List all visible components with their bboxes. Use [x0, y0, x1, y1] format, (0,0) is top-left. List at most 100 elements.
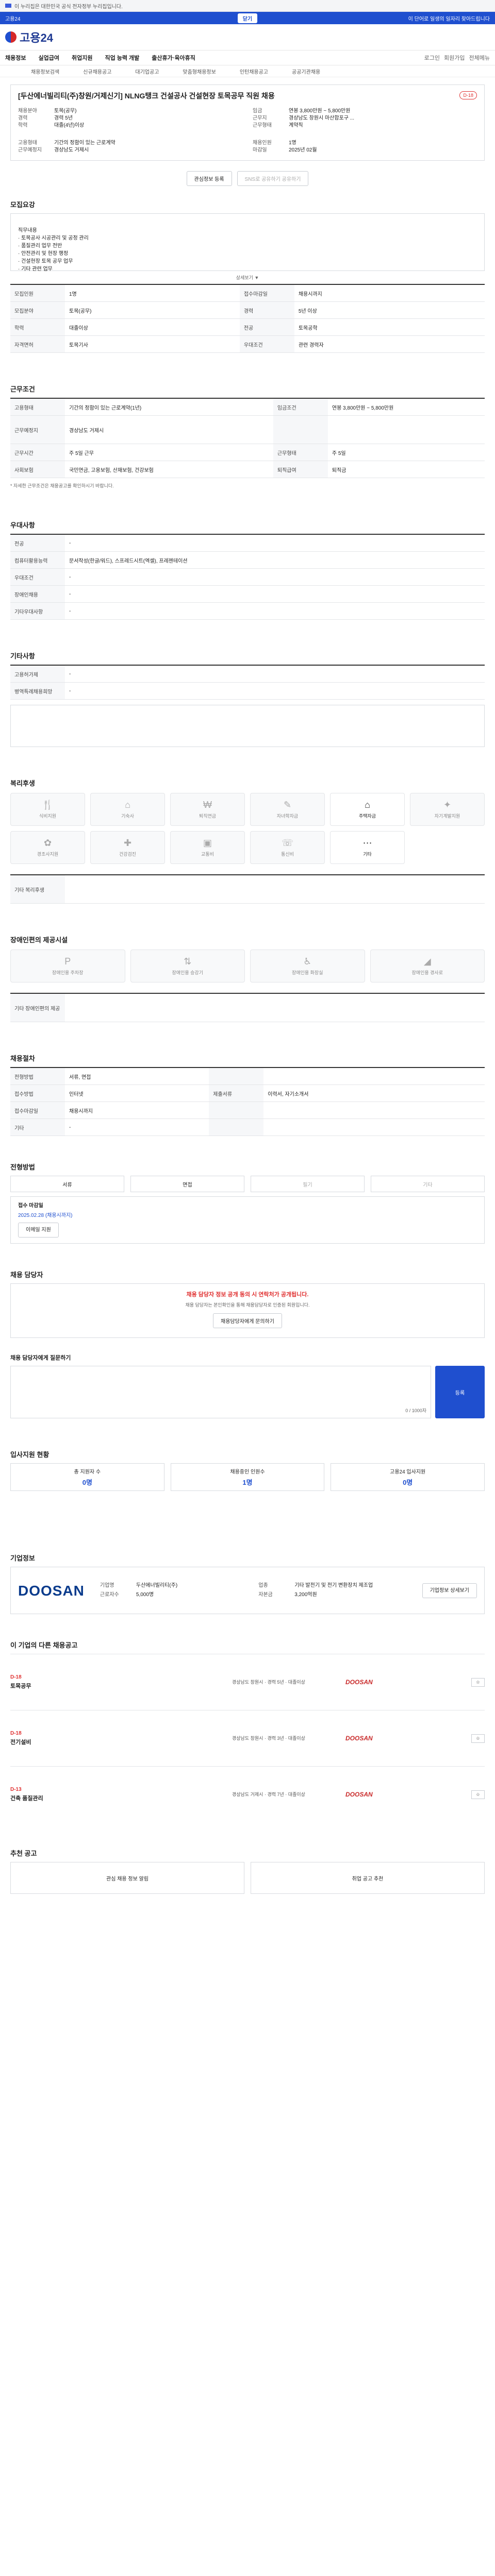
disabled-item: ◢ 장애인용 경사로 [370, 950, 485, 982]
recommend-heading: 추천 공고 [10, 1850, 37, 1857]
table-row: 우대조건 - [10, 568, 485, 586]
scrap-button[interactable]: ☆ [471, 1677, 485, 1687]
contact-tab[interactable]: 면접 [130, 1176, 244, 1192]
main-content: [두산에너빌리티(주)창원/거제신기] NLNG탱크 건설공사 건설현장 토목공… [0, 84, 495, 1919]
stats-cards: 총 지원자 수 0명 채용중인 인원수 1명 고용24 입사지원 0명 [10, 1463, 485, 1491]
list-item[interactable]: D-18 토목공무 경상남도 창원시 · 경력 5년 · 대졸이상 DOOSAN … [10, 1654, 485, 1710]
list-item[interactable]: D-18 전기설비 경상남도 창원시 · 경력 3년 · 대졸이상 DOOSAN … [10, 1710, 485, 1766]
stat-card: 채용중인 인원수 1명 [170, 1463, 325, 1491]
welfare-item: 🍴 식비지원 [10, 793, 85, 826]
welfare-item: ✿ 경조사지원 [10, 831, 85, 864]
welfare-item: ₩ 퇴직연금 [170, 793, 245, 826]
welfare-grid: 🍴 식비지원 ⌂ 기숙사 ₩ 퇴직연금 ✎ 자녀학자금 ⌂ 주택자금 ✦ 자기계발지원 ✿ 경… [10, 793, 485, 864]
disabled-item: P 장애인용 주차장 [10, 950, 125, 982]
welfare-item: ⌂ 주택자금 [330, 793, 405, 826]
toilet-icon: ♿ [303, 956, 312, 967]
alert-left: 고용24 [5, 16, 21, 22]
signup-link[interactable]: 회원가입 [444, 54, 465, 62]
cond-row: 채용인원 1명 [253, 140, 296, 146]
site-logo[interactable]: 고용24 [5, 29, 53, 45]
stat-card: 총 지원자 수 0명 [10, 1463, 164, 1491]
work-heading: 근무조건 [10, 385, 35, 393]
welfare-item: ✎ 자녀학자금 [250, 793, 325, 826]
recommend-row: 관심 채용 정보 알림 취업 공고 추천 [10, 1862, 485, 1894]
all-menu-link[interactable]: 전체메뉴 [469, 54, 490, 62]
nav-item-unemployment[interactable]: 실업급여 [38, 54, 59, 62]
table-row: 전형방법 서류, 면접 [10, 1067, 485, 1085]
recruit-heading: 모집요강 [10, 201, 35, 209]
scrap-button[interactable]: ☆ [471, 1734, 485, 1743]
logo-icon [5, 31, 16, 43]
apply-heading: 채용 담당자 [10, 1271, 43, 1279]
share-button[interactable]: SNS로 공유하기 공유하기 [237, 171, 309, 186]
job-title-box: [두산에너빌리티(주)창원/거제신기] NLNG탱크 건설공사 건설현장 토목공… [10, 84, 485, 161]
inquiry-submit-button[interactable]: 등록 [435, 1366, 485, 1418]
subnav-item[interactable]: 인턴채용공고 [240, 67, 268, 75]
contact-value: 2025.02.28 (채용시까지) [18, 1213, 73, 1218]
table-row: 기타 - [10, 1118, 485, 1136]
nav-item-support[interactable]: 취업지원 [72, 54, 92, 62]
contact-tab[interactable]: 기타 [371, 1176, 485, 1192]
recommend-card[interactable]: 취업 공고 추천 [251, 1862, 485, 1894]
nav-item-training[interactable]: 직업 능력 개발 [105, 54, 139, 62]
welfare-item: ✚ 건강검진 [90, 831, 165, 864]
bus-icon: ▣ [203, 838, 212, 848]
inquiry-textarea[interactable]: 0 / 1000자 [10, 1366, 431, 1418]
duty-text: 직무내용 · 토목공사 시공관리 및 공정 관리 · 품질관리 업무 전반 · … [18, 228, 89, 272]
login-link[interactable]: 로그인 [424, 54, 440, 62]
subnav-item[interactable]: 신규채용공고 [83, 67, 111, 75]
summary-row: 근무지 경상남도 창원시 마산합포구 ... [253, 115, 355, 121]
contact-tab[interactable]: 필기 [251, 1176, 365, 1192]
company-detail-button[interactable]: 기업정보 상세보기 [422, 1583, 477, 1598]
nav-item-jobs[interactable]: 채용정보 [5, 54, 26, 62]
nav-item-leave[interactable]: 출산휴가·육아휴직 [152, 54, 195, 62]
similar-heading: 이 기업의 다른 채용공고 [10, 1641, 78, 1649]
table-row: 장애인채용 - [10, 585, 485, 603]
disabled-item: ♿ 장애인용 화장실 [250, 950, 365, 982]
subnav-item[interactable]: 채용정보검색 [31, 67, 59, 75]
disabled-heading: 장애인편의 제공시설 [10, 936, 68, 944]
welfare-item: ⋯ 기타 [330, 831, 405, 864]
list-item[interactable]: D-13 건축 품질관리 경상남도 거제시 · 경력 7년 · 대졸이상 DOOS… [10, 1766, 485, 1822]
subnav-item[interactable]: 대기업공고 [135, 67, 159, 75]
prefer-heading: 우대사항 [10, 521, 35, 529]
alert-close-button[interactable]: 닫기 [237, 13, 258, 23]
elevator-icon: ⇅ [184, 956, 192, 967]
welfare-heading: 복리후생 [10, 779, 35, 787]
health-icon: ✚ [123, 838, 132, 848]
stats-heading: 입사지원 현황 [10, 1451, 50, 1459]
gov-notice-bar: 이 누리집은 대한민국 공식 전자정부 누리집입니다. [0, 0, 495, 12]
inquiry-row: 0 / 1000자 등록 [10, 1366, 485, 1418]
contact-tabs: 서류 면접 필기 기타 [10, 1176, 485, 1192]
table-row: 고용형태 기간의 정함이 있는 근로계약(1년) 임금조건 연봉 3,800만원 ~ … [10, 398, 485, 416]
prefer-table: 전공 - 컴퓨터활용능력 문서작성(한글/워드), 스프레드시트(엑셀), 프레젠테… [10, 534, 485, 620]
scrap-button[interactable]: ☆ [471, 1790, 485, 1799]
cond-row: 근무예정지 경상남도 거제시 [18, 147, 89, 153]
job-summary: 채용분야 토목(공무) 경력 경력 5년 학력 대졸(4년)이상 임금 연봉 3,800… [18, 108, 477, 129]
welfare-item: ▣ 교통비 [170, 831, 245, 864]
email-apply-button[interactable]: 이메일 지원 [18, 1223, 59, 1238]
apply-notice: 채용 담당자 정보 공개 동의 시 연락처가 공개됩니다. [186, 1292, 309, 1298]
table-row: 기타 장애인편의 제공 [10, 993, 485, 1022]
welfare-item: ⌂ 기숙사 [90, 793, 165, 826]
company-row: 자본금 3,200억원 [258, 1592, 317, 1598]
subnav-item[interactable]: 공공기관채용 [292, 67, 320, 75]
contact-tab[interactable]: 서류 [10, 1176, 124, 1192]
table-row: 접수방법 인터넷 제출서류 이력서, 자기소개서 [10, 1084, 485, 1102]
work-table: 고용형태 기간의 정함이 있는 근로계약(1년) 임금조건 연봉 3,800만원 ~ … [10, 398, 485, 478]
etc-heading: 기타사항 [10, 652, 35, 660]
subnav-item[interactable]: 맞춤형채용정보 [183, 67, 216, 75]
summary-row: 경력 경력 5년 [18, 115, 73, 121]
table-row: 학력 대졸이상 전공 토목공학 [10, 318, 485, 336]
site-header: 고용24 [0, 24, 495, 50]
company-box: DOOSAN 기업명 두산에너빌리티(주) 업종 기타 발전기 및 전기 변환장치 … [10, 1567, 485, 1614]
contact-heading: 전형방법 [10, 1163, 35, 1171]
contact-recruiter-button[interactable]: 채용담당자에게 문의하기 [213, 1313, 282, 1328]
detail-toggle[interactable]: 상세보기 ▼ [236, 275, 259, 280]
house-icon: ⌂ [365, 800, 370, 810]
save-interest-button[interactable]: 관심정보 등록 [186, 171, 232, 186]
recommend-card[interactable]: 관심 채용 정보 알림 [10, 1862, 244, 1894]
table-row: 고용허가제 - [10, 665, 485, 683]
summary-row: 근무형태 계약직 [253, 123, 303, 128]
recruit-table: 모집인원 1명 접수마감일 채용시까지 모집분야 토목(공무) 경력 5년 이상 학력 대졸이… [10, 284, 485, 353]
